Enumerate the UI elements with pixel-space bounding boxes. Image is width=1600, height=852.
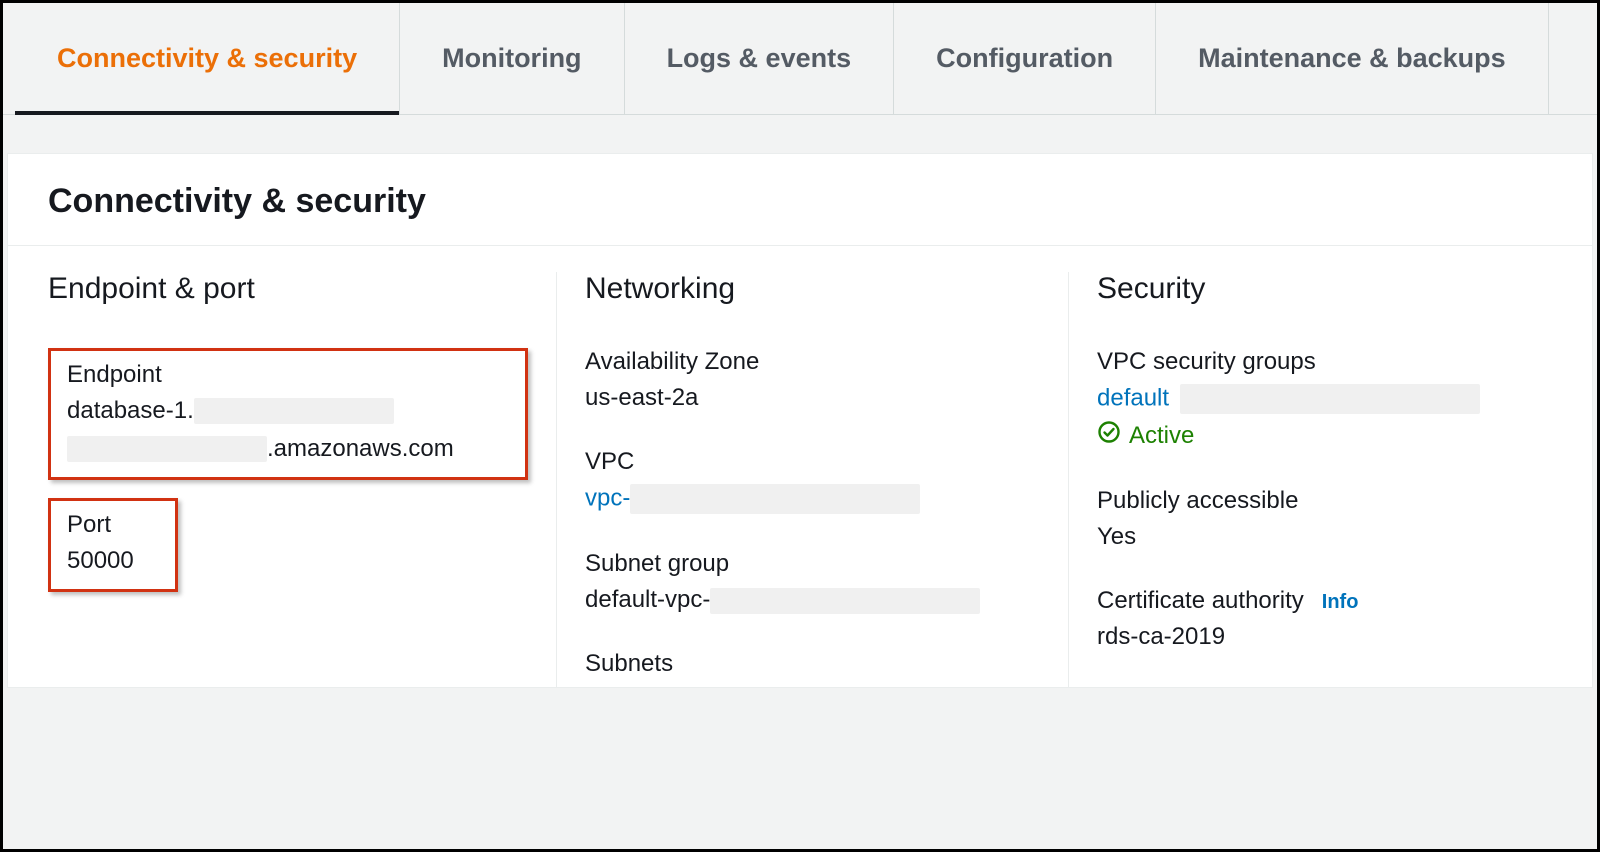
endpoint-label: Endpoint [67,361,509,389]
port-field: Port 50000 [67,511,159,575]
public-label: Publicly accessible [1097,487,1552,515]
sg-status-text: Active [1129,422,1194,450]
public-field: Publicly accessible Yes [1097,487,1552,551]
sg-label: VPC security groups [1097,348,1552,376]
vpc-label: VPC [585,448,1040,476]
sg-value: default [1097,384,1552,414]
port-label: Port [67,511,159,539]
col-security: Security VPC security groups default [1068,272,1552,687]
subnet-group-value: default-vpc- [585,586,1040,614]
tab-maintenance-backups[interactable]: Maintenance & backups [1156,3,1549,114]
endpoint-value-line2: .amazonaws.com [67,435,509,463]
redacted-sg-id [1180,384,1480,414]
endpoint-suffix: .amazonaws.com [267,435,454,463]
app-frame: Connectivity & security Monitoring Logs … [0,0,1600,852]
col-endpoint-port: Endpoint & port Endpoint database-1. .am… [48,272,556,687]
az-field: Availability Zone us-east-2a [585,348,1040,412]
check-circle-icon [1097,420,1121,451]
redacted-vpc-id [630,484,920,514]
endpoint-highlight-box: Endpoint database-1. .amazonaws.com [48,348,528,480]
tab-connectivity-security[interactable]: Connectivity & security [15,3,400,114]
tab-configuration[interactable]: Configuration [894,3,1156,114]
az-value: us-east-2a [585,384,1040,412]
tab-monitoring[interactable]: Monitoring [400,3,624,114]
port-value: 50000 [67,547,159,575]
panel-title: Connectivity & security [48,182,1552,221]
redacted-region [194,398,394,424]
tab-bar: Connectivity & security Monitoring Logs … [3,3,1597,115]
sg-status-row: Active [1097,420,1552,451]
endpoint-field: Endpoint database-1. .amazonaws.com [67,361,509,463]
subnets-label: Subnets [585,650,1040,678]
az-label: Availability Zone [585,348,1040,376]
endpoint-value: database-1. [67,397,509,425]
endpoint-port-heading: Endpoint & port [48,272,528,306]
endpoint-prefix: database-1. [67,397,194,425]
tab-logs-events[interactable]: Logs & events [625,3,895,114]
vpc-value: vpc- [585,484,1040,514]
vpc-field: VPC vpc- [585,448,1040,514]
connectivity-security-panel: Connectivity & security Endpoint & port … [7,153,1593,688]
ca-label: Certificate authority [1097,587,1304,615]
col-networking: Networking Availability Zone us-east-2a … [556,272,1068,687]
sg-link[interactable]: default [1097,384,1169,411]
ca-field: Certificate authority Info rds-ca-2019 [1097,587,1552,651]
subnets-field: Subnets [585,650,1040,678]
networking-heading: Networking [585,272,1040,306]
subnet-group-prefix: default-vpc- [585,586,710,613]
security-heading: Security [1097,272,1552,306]
port-highlight-box: Port 50000 [48,498,178,592]
subnet-group-field: Subnet group default-vpc- [585,550,1040,614]
redacted-subnet-id [710,588,980,614]
sg-field: VPC security groups default Active [1097,348,1552,451]
ca-value: rds-ca-2019 [1097,623,1552,651]
ca-info-link[interactable]: Info [1322,591,1359,614]
subnet-group-label: Subnet group [585,550,1040,578]
vpc-link[interactable]: vpc- [585,484,630,511]
redacted-region2 [67,436,267,462]
panel-columns: Endpoint & port Endpoint database-1. .am… [8,246,1592,687]
panel-header: Connectivity & security [8,154,1592,246]
public-value: Yes [1097,523,1552,551]
